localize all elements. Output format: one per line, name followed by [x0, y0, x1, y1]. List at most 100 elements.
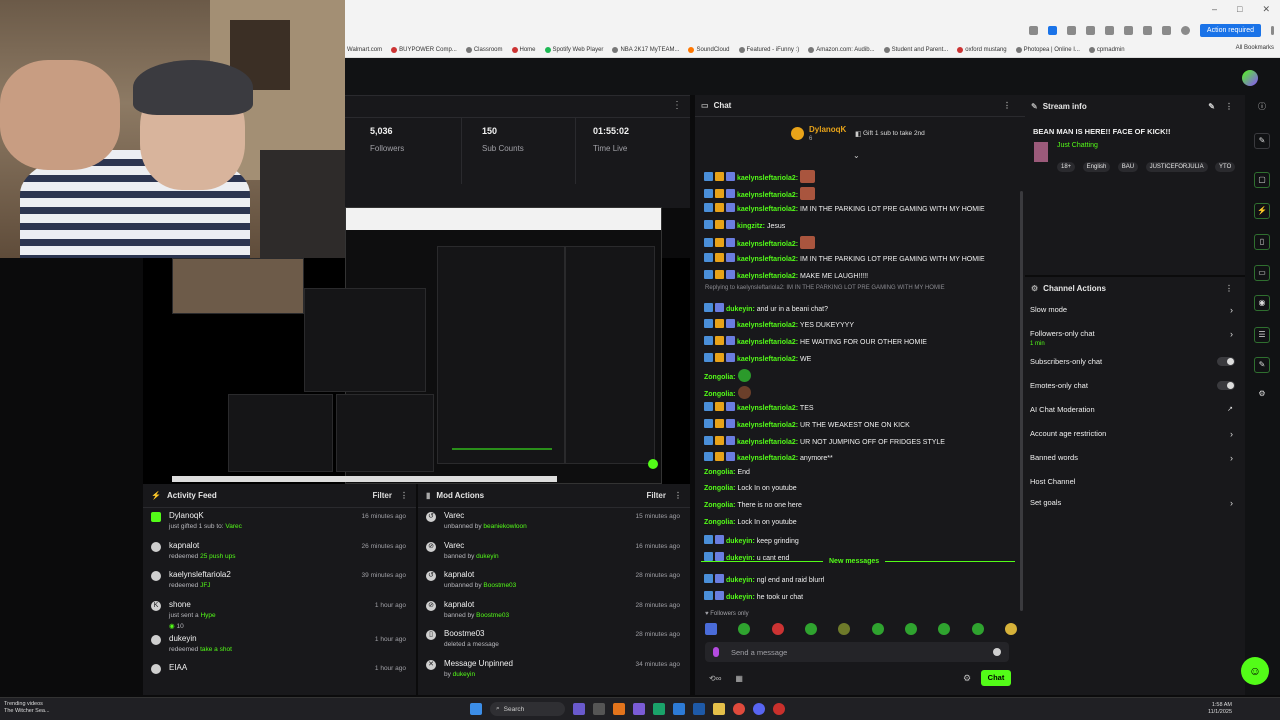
- host-channel-row[interactable]: Host Channel: [1025, 477, 1245, 498]
- app-icon[interactable]: [653, 703, 665, 715]
- chat-username[interactable]: kaelynsleftariola2:: [737, 339, 798, 346]
- maximize-button[interactable]: □: [1237, 4, 1242, 15]
- app-icon[interactable]: [693, 703, 705, 715]
- bookmark[interactable]: Amazon.com: Audib...: [808, 46, 875, 53]
- list-item[interactable]: ▯ Boostme03 deleted a message 28 minutes…: [418, 626, 690, 656]
- chat-message-input[interactable]: [731, 645, 981, 659]
- subscribers-only-toggle[interactable]: [1217, 357, 1235, 366]
- bookmark[interactable]: Classroom: [465, 46, 503, 53]
- new-messages-label[interactable]: New messages: [823, 558, 886, 565]
- emote-button[interactable]: [838, 623, 851, 635]
- more-icon[interactable]: ⋮: [1003, 101, 1011, 110]
- chat-username[interactable]: kingzitz:: [737, 223, 765, 230]
- more-icon[interactable]: ⋮: [672, 100, 682, 111]
- bookmark[interactable]: SoundCloud: [688, 46, 730, 53]
- chat-message[interactable]: kaelynsleftariola2:: [704, 236, 816, 250]
- taskbar-clock[interactable]: 1:58 AM 11/1/2025: [1208, 702, 1232, 716]
- lightning-icon[interactable]: ⚡: [1254, 203, 1270, 219]
- list-item[interactable]: kapnalot redeemed 25 push ups 26 minutes…: [143, 538, 416, 568]
- category-name[interactable]: Just Chatting: [1057, 142, 1098, 149]
- bookmark[interactable]: cpmadmin: [1088, 46, 1125, 53]
- emote-button[interactable]: [1004, 623, 1017, 635]
- chat-message[interactable]: dukeyin: keep grinding: [704, 535, 799, 545]
- edit-icon[interactable]: ✎: [1208, 102, 1215, 111]
- chat-message[interactable]: kaelynsleftariola2:: [704, 170, 816, 183]
- close-window-button[interactable]: ✕: [1262, 4, 1270, 15]
- fullscreen-icon[interactable]: ▢: [1254, 172, 1270, 188]
- chat-message[interactable]: kaelynsleftariola2: YES DUKEYYYY: [704, 319, 854, 329]
- account-age-row[interactable]: Account age restriction ›: [1025, 429, 1245, 453]
- chat-username[interactable]: kaelynsleftariola2:: [737, 175, 798, 182]
- chrome-icon[interactable]: [733, 703, 745, 715]
- slow-mode-row[interactable]: Slow mode ›: [1025, 305, 1245, 329]
- more-icon[interactable]: ⋮: [400, 491, 408, 500]
- widgets-button[interactable]: Trending videos The Witcher Sea...: [4, 701, 50, 715]
- star-icon[interactable]: [1047, 26, 1057, 35]
- chat-username[interactable]: Zongolia:: [704, 519, 736, 526]
- set-goals-row[interactable]: Set goals ›: [1025, 498, 1245, 522]
- app-icon[interactable]: [773, 703, 785, 715]
- banned-words-row[interactable]: Banned words ›: [1025, 453, 1245, 477]
- chat-username[interactable]: dukeyin:: [726, 594, 755, 601]
- chat-username[interactable]: kaelynsleftariola2:: [737, 256, 798, 263]
- bookmark[interactable]: Home: [511, 46, 536, 53]
- microphone-icon[interactable]: [713, 647, 719, 657]
- extension-icon[interactable]: [1142, 26, 1152, 35]
- all-bookmarks[interactable]: All Bookmarks: [1229, 45, 1274, 51]
- ai-moderation-row[interactable]: AI Chat Moderation ↗: [1025, 405, 1245, 429]
- menu-icon[interactable]: [1271, 26, 1274, 35]
- gear-icon[interactable]: ⚙: [963, 673, 971, 684]
- chat-username[interactable]: Zongolia:: [704, 391, 736, 398]
- extension-icon[interactable]: [1085, 26, 1095, 35]
- bookmark[interactable]: Walmart.com: [347, 47, 382, 53]
- support-chat-icon[interactable]: ☺: [1241, 657, 1269, 685]
- zoom-icon[interactable]: [1028, 26, 1038, 35]
- more-icon[interactable]: ⋮: [674, 491, 682, 500]
- chat-username[interactable]: Zongolia:: [704, 469, 736, 476]
- list-item[interactable]: ↺ kapnalot unbanned by Boostme03 28 minu…: [418, 567, 690, 597]
- list-item[interactable]: dukeyin redeemed take a shot 1 hour ago: [143, 631, 416, 661]
- chat-message[interactable]: kaelynsleftariola2: anymore**: [704, 452, 833, 462]
- emoji-icon[interactable]: [993, 648, 1001, 656]
- chat-message[interactable]: kaelynsleftariola2: WE: [704, 352, 811, 363]
- chat-username[interactable]: dukeyin:: [726, 538, 755, 545]
- chat-message[interactable]: kaelynsleftariola2: UR THE WEAKEST ONE O…: [704, 419, 910, 429]
- chat-username[interactable]: kaelynsleftariola2:: [737, 206, 798, 213]
- tag[interactable]: English: [1082, 162, 1111, 172]
- list-item[interactable]: ↺ Varec unbanned by beaniekowloon 15 min…: [418, 508, 690, 538]
- filter-button[interactable]: Filter: [646, 491, 666, 500]
- extension-icon[interactable]: [1066, 26, 1076, 35]
- emote-button[interactable]: [871, 623, 884, 635]
- chat-username[interactable]: Zongolia:: [704, 485, 736, 492]
- chat-scrollbar[interactable]: [1020, 191, 1023, 611]
- trash-icon[interactable]: ▯: [1254, 234, 1270, 250]
- chat-username[interactable]: kaelynsleftariola2:: [737, 356, 798, 363]
- windows-start-icon[interactable]: [470, 703, 482, 715]
- chat-username[interactable]: kaelynsleftariola2:: [737, 405, 798, 412]
- emote-button[interactable]: [804, 623, 817, 635]
- emote-button[interactable]: [738, 623, 751, 635]
- emote-button[interactable]: [971, 623, 984, 635]
- extension-icon[interactable]: [1104, 26, 1114, 35]
- chat-icon[interactable]: ▭: [1254, 265, 1270, 281]
- chat-username[interactable]: kaelynsleftariola2:: [737, 455, 798, 462]
- more-icon[interactable]: ⋮: [1225, 284, 1233, 293]
- bookmark[interactable]: Spotify Web Player: [544, 46, 603, 53]
- more-icon[interactable]: ⋮: [1225, 102, 1233, 111]
- tag[interactable]: JUSTICEFORJULIA: [1145, 162, 1208, 172]
- chat-message[interactable]: kaelynsleftariola2: IM IN THE PARKING LO…: [704, 253, 985, 263]
- calendar-icon[interactable]: ▦: [735, 674, 743, 683]
- chat-username[interactable]: Zongolia:: [704, 374, 736, 381]
- list-item[interactable]: DylanoqK just gifted 1 sub to: Varec 16 …: [143, 508, 416, 538]
- emote-button[interactable]: [705, 623, 717, 635]
- list-item[interactable]: ⊘ kapnalot banned by Boostme03 28 minute…: [418, 597, 690, 627]
- tools-icon[interactable]: ✎: [1254, 357, 1270, 373]
- bookmark[interactable]: Student and Parent...: [883, 46, 948, 53]
- avatar[interactable]: [1242, 70, 1258, 86]
- chat-message[interactable]: Zongolia: Lock In on youtube: [704, 519, 797, 526]
- chat-username[interactable]: Zongolia:: [704, 502, 736, 509]
- chat-message[interactable]: dukeyin: ngl end and raid blurrl: [704, 574, 824, 584]
- emote-button[interactable]: [904, 623, 917, 635]
- app-icon[interactable]: [633, 703, 645, 715]
- mod-tools-icon[interactable]: ⟲∞: [709, 674, 721, 683]
